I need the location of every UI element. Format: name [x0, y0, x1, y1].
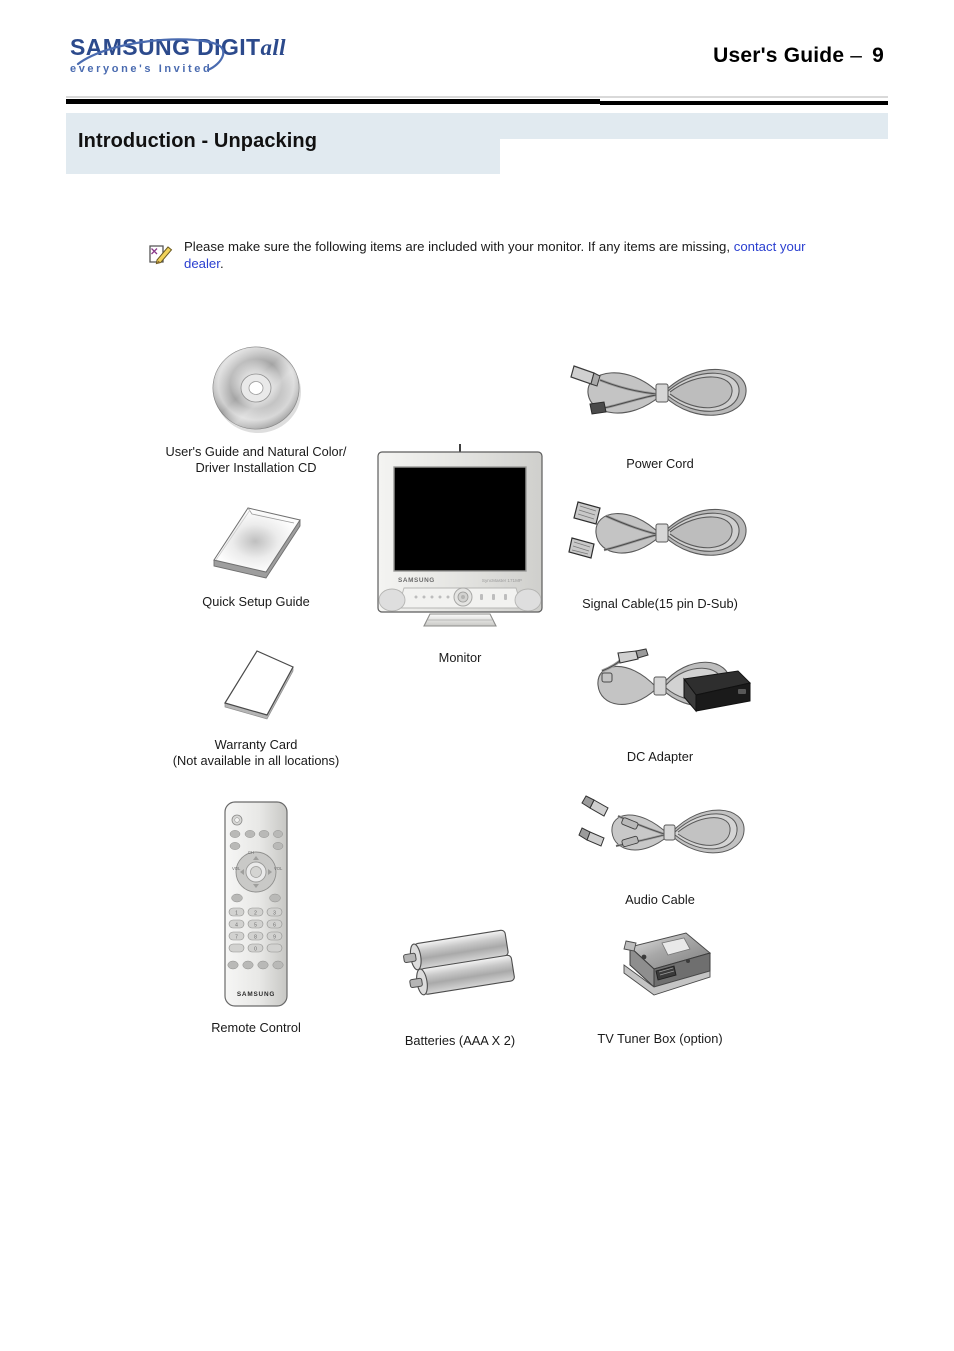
svg-text:4: 4	[235, 923, 238, 929]
item-signal-cable: Signal Cable(15 pin D-Sub)	[560, 492, 760, 612]
guide-title: User's Guide –9	[713, 44, 884, 68]
svg-text:VOL: VOL	[274, 866, 283, 871]
item-power-cord-caption: Power Cord	[626, 456, 694, 471]
logo-all-text: all	[260, 35, 286, 60]
item-dc-adapter-caption: DC Adapter	[626, 749, 694, 764]
page-title: Introduction - Unpacking	[78, 130, 318, 152]
cd-disc-icon	[208, 340, 304, 436]
item-audio-cable: Audio Cable	[560, 788, 760, 908]
svg-text:7: 7	[235, 935, 238, 941]
note-block: Please make sure the following items are…	[148, 238, 808, 272]
audio-cable-icon	[560, 788, 760, 874]
svg-text:9: 9	[273, 935, 276, 941]
batteries-icon	[390, 925, 530, 1011]
samsung-digitall-logo: SAMSUNG DIGITall everyone's Invited	[70, 36, 290, 84]
item-warranty-card: Warranty Card (Not available in all loca…	[160, 645, 352, 768]
item-power-cord: Power Cord	[560, 352, 760, 472]
remote-brand-label: SAMSUNG	[237, 991, 275, 998]
svg-text:8: 8	[254, 935, 257, 941]
svg-text:6: 6	[273, 923, 276, 929]
svg-text:0: 0	[254, 947, 257, 953]
guide-title-dash: –	[850, 44, 863, 67]
item-dc-adapter: DC Adapter	[560, 645, 760, 765]
item-monitor: SAMSUNG SyncMaster 171MP Monitor	[368, 440, 552, 666]
tv-tuner-box-icon	[600, 925, 720, 1009]
booklet-icon	[196, 500, 316, 580]
signal-cable-icon	[560, 492, 760, 578]
monitor-model-label: SyncMaster 171MP	[482, 578, 522, 583]
item-cd: User's Guide and Natural Color/ Driver I…	[160, 340, 352, 475]
item-warranty-card-caption: Warranty Card (Not available in all loca…	[172, 737, 340, 768]
svg-text:5: 5	[254, 923, 257, 929]
item-cd-caption: User's Guide and Natural Color/ Driver I…	[165, 444, 347, 475]
logo-brand-text: SAMSUNG DIGIT	[70, 34, 261, 60]
guide-title-label: User's Guide	[713, 44, 845, 67]
dc-adapter-icon	[560, 645, 760, 731]
header-rule-thin	[66, 96, 888, 98]
note-pencil-icon	[149, 245, 173, 265]
note-text-after: .	[219, 256, 224, 271]
item-batteries-caption: Batteries (AAA X 2)	[404, 1033, 516, 1048]
note-text: Please make sure the following items are…	[184, 238, 808, 272]
remote-control-icon: VOL VOL CH 1 2 3 4 5 6 7 8 9 0 SAMSUNG	[218, 798, 294, 1010]
item-tv-tuner-box: TV Tuner Box (option)	[590, 925, 730, 1047]
page-header: SAMSUNG DIGITall everyone's Invited User…	[0, 0, 954, 96]
item-quick-setup-guide-caption: Quick Setup Guide	[202, 594, 310, 609]
item-signal-cable-caption: Signal Cable(15 pin D-Sub)	[582, 596, 738, 611]
svg-text:VOL: VOL	[232, 866, 241, 871]
power-cord-icon	[560, 352, 760, 438]
svg-text:3: 3	[273, 911, 276, 917]
monitor-brand-label: SAMSUNG	[398, 577, 435, 584]
card-icon	[201, 645, 311, 725]
item-audio-cable-caption: Audio Cable	[625, 892, 695, 907]
item-quick-setup-guide: Quick Setup Guide	[196, 500, 316, 610]
item-remote-control-caption: Remote Control	[211, 1020, 301, 1035]
svg-text:CH: CH	[248, 850, 254, 855]
section-title-band-notch	[500, 139, 890, 174]
svg-text:1: 1	[235, 911, 238, 917]
item-monitor-caption: Monitor	[438, 650, 482, 665]
header-rule-hairline	[66, 105, 888, 106]
item-batteries: Batteries (AAA X 2)	[388, 925, 532, 1049]
header-rule-thick-left	[66, 99, 600, 104]
monitor-icon: SAMSUNG SyncMaster 171MP	[368, 440, 552, 640]
svg-text:2: 2	[254, 911, 257, 917]
item-tv-tuner-box-caption: TV Tuner Box (option)	[597, 1031, 723, 1046]
item-remote-control: VOL VOL CH 1 2 3 4 5 6 7 8 9 0 SAMSUNG R…	[180, 798, 332, 1036]
page-number: 9	[872, 44, 884, 67]
logo-tagline: everyone's Invited	[70, 63, 213, 75]
note-text-before: Please make sure the following items are…	[184, 239, 734, 254]
logo-wordmark: SAMSUNG DIGITall	[70, 34, 290, 60]
